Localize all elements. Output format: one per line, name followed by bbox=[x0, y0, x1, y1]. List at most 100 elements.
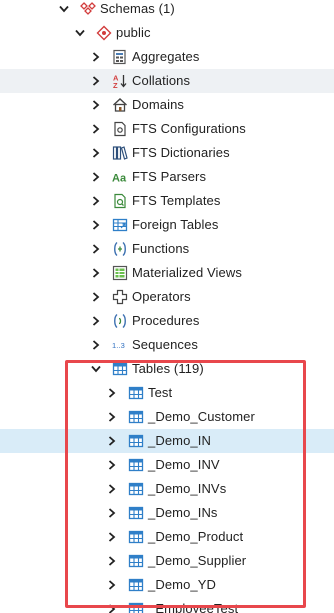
chevron-right-icon[interactable] bbox=[90, 171, 102, 183]
tree-node-label: Tables (119) bbox=[132, 361, 204, 376]
chevron-right-icon[interactable] bbox=[106, 387, 118, 399]
svg-text:Z: Z bbox=[113, 81, 118, 89]
tree-node-label: Procedures bbox=[132, 313, 200, 328]
table-item-demo-yd[interactable]: _Demo_YD bbox=[0, 573, 334, 597]
tree-node-label: Operators bbox=[132, 289, 191, 304]
chevron-right-icon[interactable] bbox=[90, 99, 102, 111]
tree-node-functions[interactable]: Functions bbox=[0, 237, 334, 261]
tree-node-fts-templates[interactable]: FTS Templates bbox=[0, 189, 334, 213]
chevron-right-icon[interactable] bbox=[106, 507, 118, 519]
chevron-right-icon[interactable] bbox=[90, 51, 102, 63]
tree-node-aggregates[interactable]: Aggregates bbox=[0, 45, 334, 69]
tree-node-public[interactable]: public bbox=[0, 21, 334, 45]
chevron-right-icon[interactable] bbox=[106, 483, 118, 495]
table-item-employeetest[interactable]: _EmployeeTest bbox=[0, 597, 334, 613]
table-item-demo-customer[interactable]: _Demo_Customer bbox=[0, 405, 334, 429]
tree-node-label: Aggregates bbox=[132, 49, 200, 64]
table-item-demo-in[interactable]: _Demo_IN bbox=[0, 429, 334, 453]
tree-node-label: _Demo_Product bbox=[148, 529, 244, 544]
tree-node-label: Domains bbox=[132, 97, 184, 112]
chevron-right-icon[interactable] bbox=[106, 435, 118, 447]
tree-node-label: _Demo_Customer bbox=[148, 409, 255, 424]
chevron-right-icon[interactable] bbox=[106, 411, 118, 423]
table-icon bbox=[128, 601, 144, 613]
chevron-right-icon[interactable] bbox=[90, 315, 102, 327]
tree-node-label: FTS Configurations bbox=[132, 121, 246, 136]
tree-node-label: _Demo_INV bbox=[148, 457, 220, 472]
chevron-right-icon[interactable] bbox=[90, 291, 102, 303]
table-icon bbox=[128, 529, 144, 545]
tree-node-tables[interactable]: Tables (119) bbox=[0, 357, 334, 381]
sequences-icon: 1..3 bbox=[112, 337, 128, 353]
tree-node-label: _Demo_Supplier bbox=[148, 553, 247, 568]
chevron-right-icon[interactable] bbox=[90, 219, 102, 231]
tree-node-label: _Demo_INs bbox=[148, 505, 218, 520]
object-explorer-tree: Schemas (1) public Aggregates A Z Collat… bbox=[0, 0, 334, 613]
tree-node-operators[interactable]: Operators bbox=[0, 285, 334, 309]
chevron-down-icon[interactable] bbox=[90, 363, 102, 375]
fts-dictionaries-icon bbox=[112, 145, 128, 161]
tree-node-fts-dictionaries[interactable]: FTS Dictionaries bbox=[0, 141, 334, 165]
chevron-right-icon[interactable] bbox=[90, 75, 102, 87]
table-icon bbox=[128, 577, 144, 593]
tree-node-label: _EmployeeTest bbox=[148, 601, 239, 613]
chevron-right-icon[interactable] bbox=[106, 579, 118, 591]
tree-node-label: Collations bbox=[132, 73, 191, 88]
svg-text:1..3: 1..3 bbox=[112, 341, 125, 350]
tree-node-label: _Demo_YD bbox=[148, 577, 216, 592]
chevron-right-icon[interactable] bbox=[106, 555, 118, 567]
chevron-right-icon[interactable] bbox=[106, 603, 118, 613]
tree-node-label: Sequences bbox=[132, 337, 198, 352]
schemas-icon bbox=[80, 1, 96, 17]
chevron-right-icon[interactable] bbox=[106, 459, 118, 471]
tree-node-domains[interactable]: Domains bbox=[0, 93, 334, 117]
materialized-views-icon bbox=[112, 265, 128, 281]
fts-templates-icon bbox=[112, 193, 128, 209]
chevron-down-icon[interactable] bbox=[74, 27, 86, 39]
chevron-right-icon[interactable] bbox=[106, 531, 118, 543]
tree-node-schemas[interactable]: Schemas (1) bbox=[0, 0, 334, 21]
tree-node-label: Functions bbox=[132, 241, 190, 256]
chevron-down-icon[interactable] bbox=[58, 3, 70, 15]
table-item-demo-supplier[interactable]: _Demo_Supplier bbox=[0, 549, 334, 573]
aggregates-icon bbox=[112, 49, 128, 65]
tree-node-collations[interactable]: A Z Collations bbox=[0, 69, 334, 93]
table-item-demo-inv[interactable]: _Demo_INV bbox=[0, 453, 334, 477]
table-icon bbox=[128, 505, 144, 521]
tree-node-foreign-tables[interactable]: Foreign Tables bbox=[0, 213, 334, 237]
table-icon bbox=[128, 457, 144, 473]
tree-node-label: Foreign Tables bbox=[132, 217, 219, 232]
chevron-right-icon[interactable] bbox=[90, 147, 102, 159]
table-icon bbox=[128, 433, 144, 449]
chevron-right-icon[interactable] bbox=[90, 243, 102, 255]
table-icon bbox=[128, 481, 144, 497]
tree-node-label: _Demo_IN bbox=[148, 433, 211, 448]
table-item-demo-invs[interactable]: _Demo_INVs bbox=[0, 477, 334, 501]
fts-parsers-icon: Aa bbox=[112, 169, 128, 185]
schema-icon bbox=[96, 25, 112, 41]
table-item-test[interactable]: Test bbox=[0, 381, 334, 405]
tree-node-label: Schemas (1) bbox=[100, 1, 175, 16]
tree-node-label: FTS Dictionaries bbox=[132, 145, 230, 160]
foreign-tables-icon bbox=[112, 217, 128, 233]
table-icon bbox=[128, 553, 144, 569]
chevron-right-icon[interactable] bbox=[90, 123, 102, 135]
chevron-right-icon[interactable] bbox=[90, 339, 102, 351]
collations-icon: A Z bbox=[112, 73, 128, 89]
tree-node-sequences[interactable]: 1..3 Sequences bbox=[0, 333, 334, 357]
tree-node-fts-configurations[interactable]: FTS Configurations bbox=[0, 117, 334, 141]
tree-node-label: FTS Parsers bbox=[132, 169, 207, 184]
procedures-icon bbox=[112, 313, 128, 329]
operators-icon bbox=[112, 289, 128, 305]
tree-node-fts-parsers[interactable]: Aa FTS Parsers bbox=[0, 165, 334, 189]
table-icon bbox=[128, 385, 144, 401]
table-item-demo-product[interactable]: _Demo_Product bbox=[0, 525, 334, 549]
chevron-right-icon[interactable] bbox=[90, 195, 102, 207]
tree-node-materialized-views[interactable]: Materialized Views bbox=[0, 261, 334, 285]
chevron-right-icon[interactable] bbox=[90, 267, 102, 279]
tree-node-label: FTS Templates bbox=[132, 193, 221, 208]
domains-icon bbox=[112, 97, 128, 113]
table-item-demo-ins[interactable]: _Demo_INs bbox=[0, 501, 334, 525]
tree-node-procedures[interactable]: Procedures bbox=[0, 309, 334, 333]
functions-icon bbox=[112, 241, 128, 257]
